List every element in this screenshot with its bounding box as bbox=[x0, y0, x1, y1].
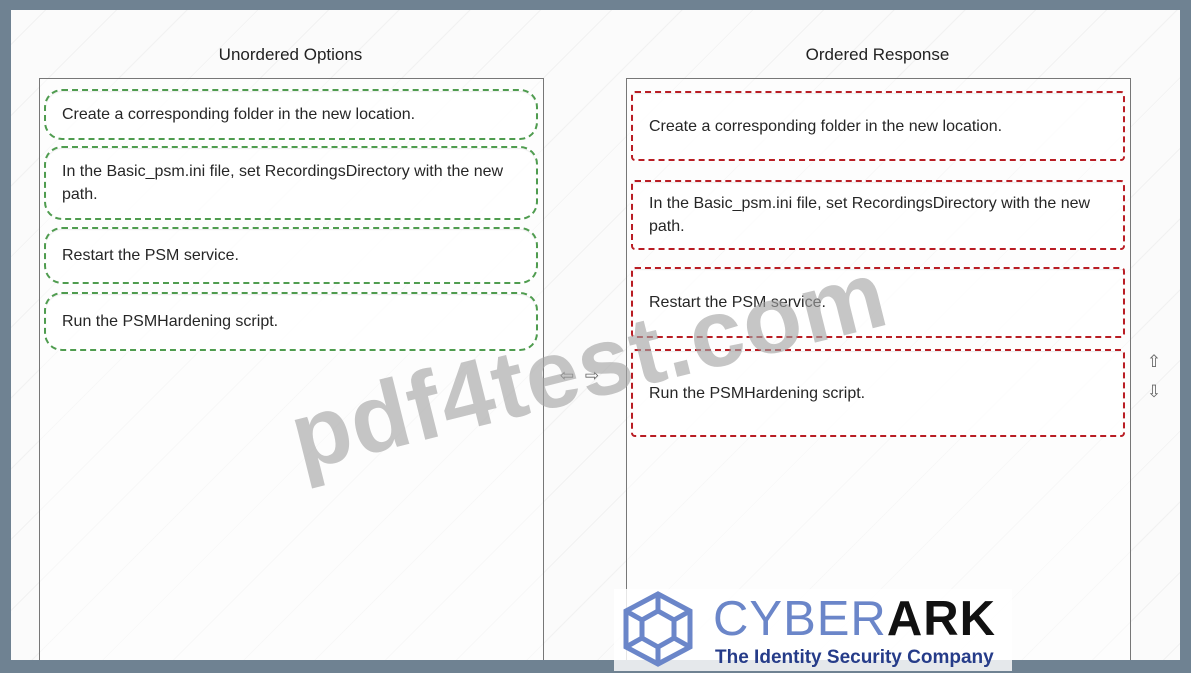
left-option-3[interactable]: Restart the PSM service. bbox=[44, 227, 538, 284]
left-option-2[interactable]: In the Basic_psm.ini file, set Recording… bbox=[44, 146, 538, 220]
right-response-2[interactable]: In the Basic_psm.ini file, set Recording… bbox=[631, 180, 1125, 250]
unordered-options-title: Unordered Options bbox=[218, 45, 363, 64]
ordered-response-title: Ordered Response bbox=[805, 45, 950, 64]
cyberark-logo: CYBERARK The Identity Security Company bbox=[614, 589, 1012, 671]
cyberark-cube-icon bbox=[623, 591, 693, 667]
left-option-1[interactable]: Create a corresponding folder in the new… bbox=[44, 89, 538, 140]
move-down-icon[interactable]: ⇩ bbox=[1145, 383, 1163, 401]
question-frame: Unordered Options Ordered Response Creat… bbox=[11, 10, 1180, 660]
cyberark-tagline: The Identity Security Company bbox=[715, 647, 994, 668]
cyberark-wordmark: CYBERARK bbox=[713, 592, 996, 646]
move-up-icon[interactable]: ⇧ bbox=[1145, 353, 1163, 371]
right-response-1[interactable]: Create a corresponding folder in the new… bbox=[631, 91, 1125, 161]
